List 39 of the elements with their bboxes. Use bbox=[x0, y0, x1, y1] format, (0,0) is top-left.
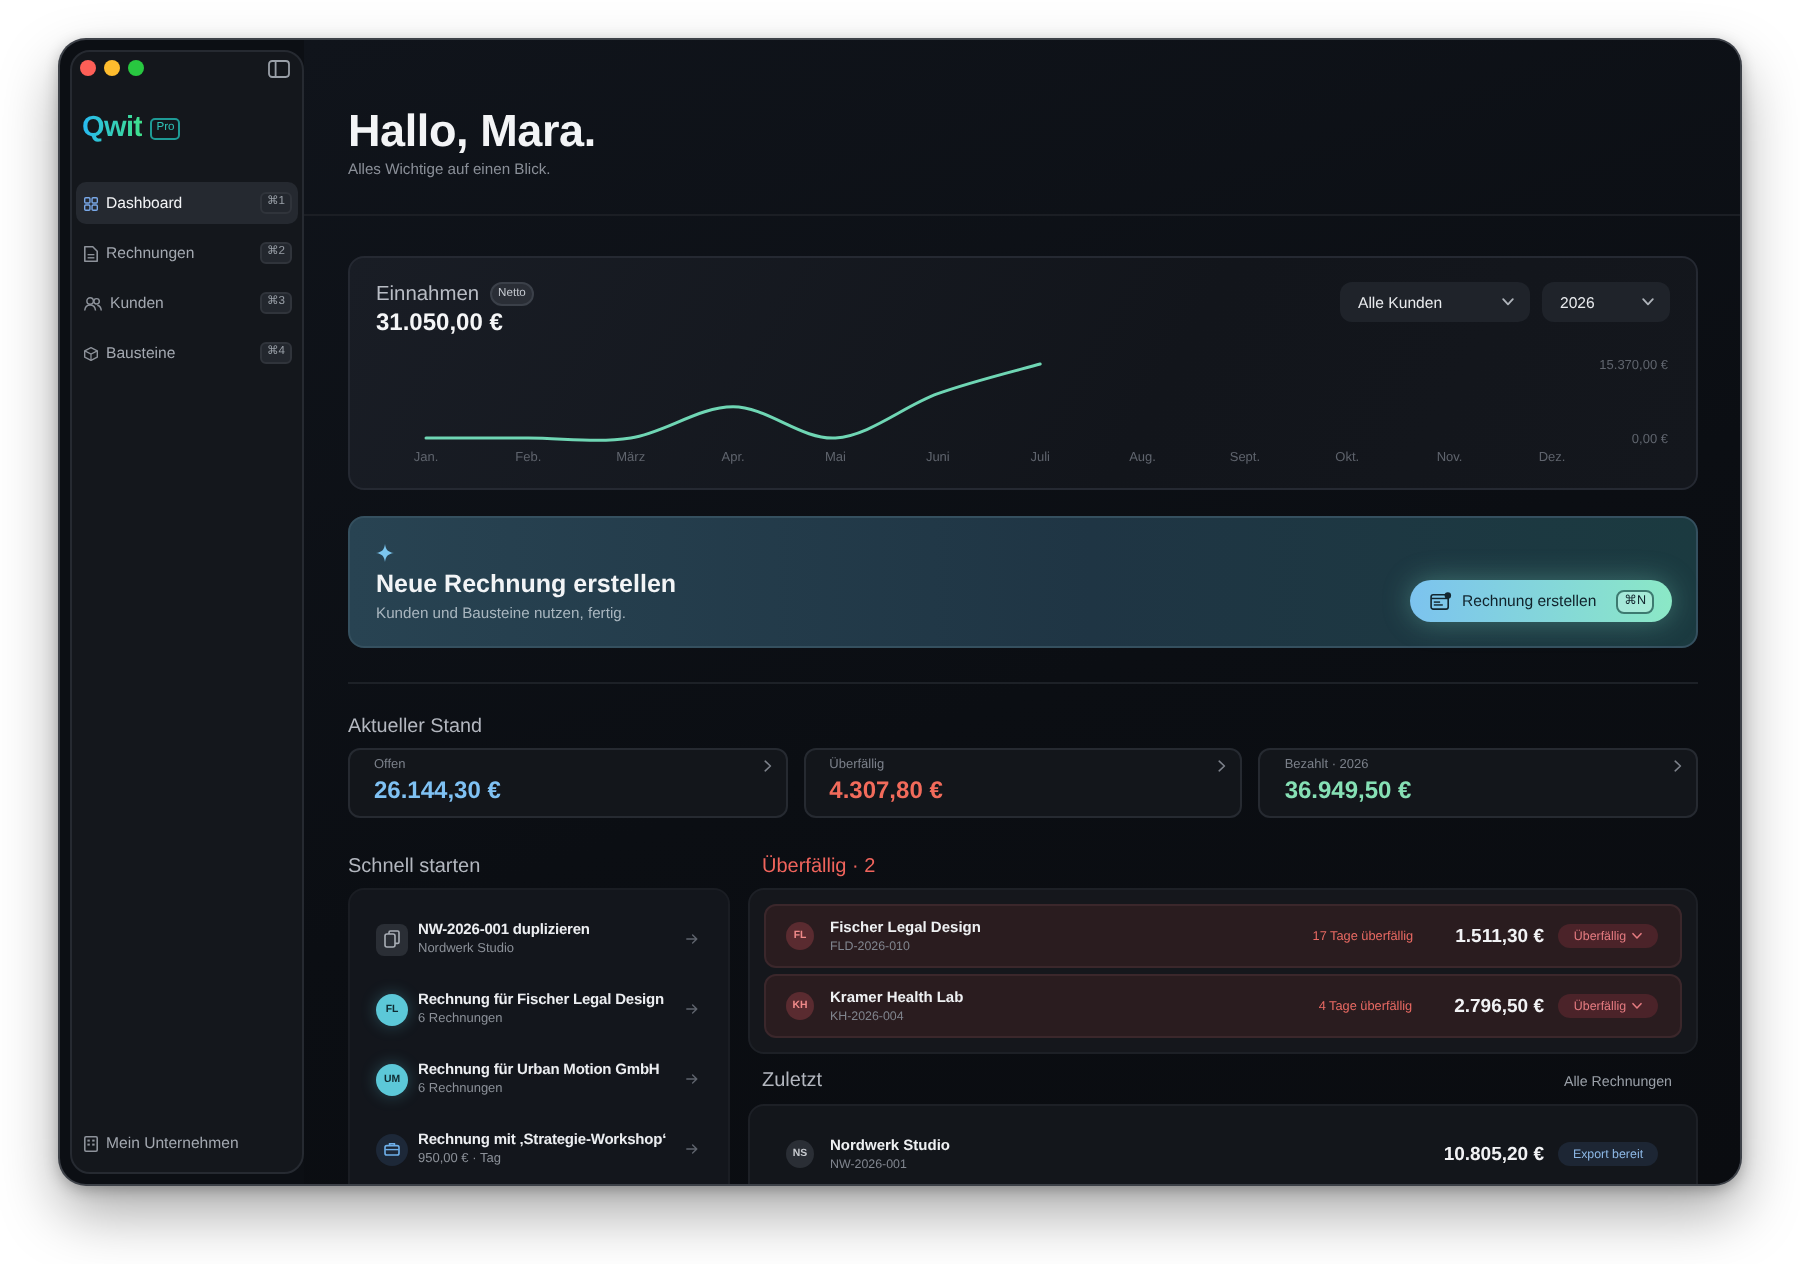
maximize-icon[interactable] bbox=[128, 60, 144, 76]
stat-value: 36.949,50 € bbox=[1284, 774, 1412, 806]
copy-icon bbox=[376, 923, 408, 955]
caret-icon bbox=[1502, 298, 1514, 306]
section-title: Überfällig · 2 bbox=[760, 854, 876, 882]
app-logo: Qwit bbox=[82, 110, 143, 146]
chevron-right-icon bbox=[1674, 759, 1682, 771]
revenue-total: 31.050,00 € bbox=[376, 306, 503, 338]
arrow-right-icon[interactable] bbox=[686, 934, 698, 944]
sidebar-icon[interactable] bbox=[268, 59, 290, 77]
page-title: Hallo, Mara. bbox=[348, 106, 596, 158]
grid-icon bbox=[84, 195, 98, 211]
briefcase-icon bbox=[376, 1133, 408, 1165]
cube-icon bbox=[84, 345, 98, 361]
section-title: Schnell starten bbox=[348, 854, 481, 882]
arrow-right-icon[interactable] bbox=[686, 1074, 698, 1084]
chart-title: Einnahmen bbox=[376, 283, 480, 305]
people-icon bbox=[84, 295, 102, 311]
chevron-right-icon bbox=[1218, 759, 1227, 771]
stat-value: 26.144,30 € bbox=[374, 774, 501, 806]
document-icon bbox=[84, 245, 98, 261]
section-title: Aktueller Stand bbox=[348, 714, 482, 742]
card-icon bbox=[1430, 592, 1452, 610]
caret-icon bbox=[1632, 932, 1643, 940]
caret-icon bbox=[1632, 1002, 1643, 1010]
close-icon[interactable] bbox=[80, 60, 96, 76]
arrow-right-icon[interactable] bbox=[686, 1144, 698, 1154]
building-icon bbox=[84, 1135, 98, 1151]
minimize-icon[interactable] bbox=[104, 60, 120, 76]
arrow-right-icon[interactable] bbox=[686, 1004, 698, 1014]
banner-title: Neue Rechnung erstellen bbox=[376, 568, 677, 602]
sparkle-icon bbox=[376, 544, 394, 562]
chevron-right-icon bbox=[763, 759, 772, 771]
invoice-amount: 10.805,20 € bbox=[1443, 1143, 1544, 1165]
caret-icon bbox=[1642, 298, 1654, 306]
invoice-amount: 2.796,50 € bbox=[1454, 995, 1544, 1017]
stat-value: 4.307,80 € bbox=[829, 774, 943, 806]
section-title: Zuletzt bbox=[762, 1068, 823, 1096]
invoice-amount: 1.511,30 € bbox=[1455, 925, 1544, 947]
